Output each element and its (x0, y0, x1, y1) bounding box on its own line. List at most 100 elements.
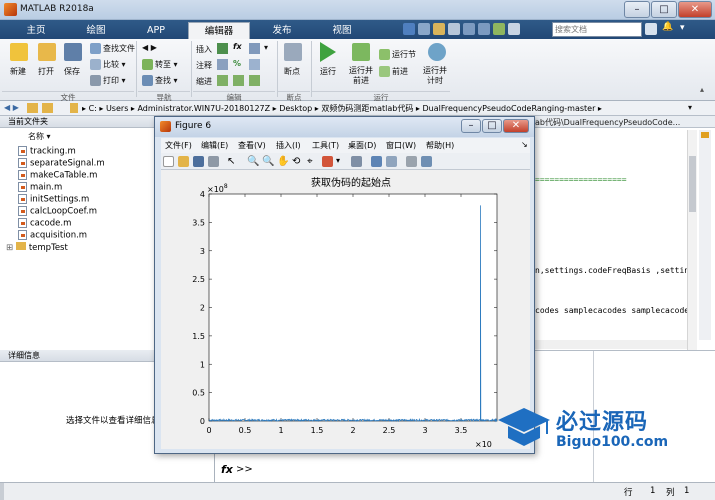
collapse-ribbon-icon[interactable]: ▴ (700, 85, 704, 94)
breadcrumb-segment[interactable]: DualFrequencyPseudoCodeRanging-master (422, 104, 595, 113)
find-files-button[interactable]: 查找文件 (90, 43, 135, 54)
figure-close-button[interactable]: ✕ (503, 119, 529, 133)
figure-maximize-button[interactable]: □ (482, 119, 502, 133)
insert-legend-icon[interactable] (386, 156, 397, 167)
menu-window[interactable]: 窗口(W) (386, 140, 416, 151)
link-plot-icon[interactable] (351, 156, 362, 167)
menu-insert[interactable]: 插入(I) (276, 140, 301, 151)
browse-folder-icon[interactable] (42, 103, 53, 113)
list-item[interactable]: tracking.m (18, 146, 76, 157)
back-forward-nav-icons[interactable]: ◀ ▶ (4, 103, 19, 112)
list-item[interactable]: separateSignal.m (18, 158, 105, 169)
print-figure-icon[interactable] (208, 156, 219, 167)
save-button[interactable]: 保存 (64, 66, 80, 77)
switch-windows-icon[interactable] (493, 23, 505, 35)
help-icon[interactable] (508, 23, 520, 35)
figure-minimize-button[interactable]: – (461, 119, 481, 133)
brush-dropdown-icon[interactable]: ▾ (336, 156, 347, 167)
advance-button[interactable]: 前进 (379, 66, 408, 77)
breadcrumb-segment[interactable]: C: (89, 104, 97, 113)
back-forward-buttons[interactable]: ◀ ▶ (142, 43, 157, 52)
breakpoints-button[interactable]: 断点 (284, 66, 300, 77)
comment-icon[interactable] (217, 59, 228, 70)
figure-title-bar[interactable]: Figure 6 – □ ✕ (155, 117, 534, 137)
list-item[interactable]: main.m (18, 182, 62, 193)
edit-plot-icon[interactable]: ↖ (227, 156, 238, 167)
close-button[interactable]: ✕ (678, 1, 712, 18)
brush-icon[interactable] (322, 156, 333, 167)
tab-home[interactable]: 主页 (8, 22, 64, 39)
run-button[interactable]: 运行 (320, 66, 336, 77)
list-item[interactable]: calcLoopCoef.m (18, 206, 97, 217)
menu-tools[interactable]: 工具(T) (312, 140, 339, 151)
search-docs-input[interactable]: 搜索文档 (552, 22, 642, 37)
run-icon[interactable] (320, 42, 336, 62)
fx-icon[interactable]: fx (221, 463, 233, 476)
menu-view[interactable]: 查看(V) (238, 140, 266, 151)
zoom-in-icon[interactable]: 🔍 (247, 156, 259, 167)
insert-code-icon[interactable] (249, 43, 260, 54)
chart-svg[interactable]: 获取伪码的起始点 0 0.5 1 1.5 2 2.5 3 3.5 4 0 0.5 1 1.5 2 2.5 3 3… (161, 170, 530, 449)
menu-help[interactable]: 帮助(H) (426, 140, 454, 151)
run-and-time-icon[interactable] (428, 43, 446, 61)
dock-arrow-icon[interactable]: ↘ (521, 140, 528, 149)
minimize-button[interactable]: – (624, 1, 650, 18)
folder-item[interactable]: ⊞ tempTest (6, 242, 68, 253)
cut-icon[interactable] (418, 23, 430, 35)
tab-apps[interactable]: APP (128, 22, 184, 39)
open-button[interactable]: 打开 (38, 66, 54, 77)
scrollbar-thumb[interactable] (689, 156, 696, 212)
tab-view[interactable]: 视图 (314, 22, 370, 39)
code-analyzer-indicator[interactable] (701, 132, 709, 138)
list-item[interactable]: acquisition.m (18, 230, 87, 241)
show-plot-tools-icon[interactable] (421, 156, 432, 167)
breadcrumb-segment[interactable]: Administrator.WIN7U-20180127Z (137, 104, 270, 113)
breadcrumb-segment[interactable]: 双频伪码测距matlab代码 (321, 104, 413, 113)
open-folder-icon[interactable] (38, 43, 56, 61)
list-item[interactable]: cacode.m (18, 218, 71, 229)
undo-icon[interactable] (463, 23, 475, 35)
run-and-time-button[interactable]: 运行并计时 (422, 66, 448, 86)
find-button[interactable]: 查找 ▾ (142, 75, 178, 86)
tab-publish[interactable]: 发布 (254, 22, 310, 39)
expand-icon[interactable]: ⊞ (6, 243, 16, 253)
wrap-comments-icon[interactable] (249, 59, 260, 70)
decrease-indent-icon[interactable] (249, 75, 260, 86)
breadcrumb[interactable]: ▸ C: ▸ Users ▸ Administrator.WIN7U-20180… (82, 103, 602, 114)
maximize-button[interactable]: □ (651, 1, 677, 18)
figure-window[interactable]: Figure 6 – □ ✕ 文件(F) 编辑(E) 查看(V) 插入(I) 工… (154, 116, 535, 454)
insert-dropdown-icon[interactable]: ▾ (264, 43, 268, 52)
smart-indent-icon[interactable] (217, 75, 228, 86)
fx-insert-function-icon[interactable]: fx (233, 42, 242, 51)
paste-icon[interactable] (448, 23, 460, 35)
new-file-icon[interactable] (10, 43, 28, 61)
menu-file[interactable]: 文件(F) (165, 140, 192, 151)
hide-plot-tools-icon[interactable] (406, 156, 417, 167)
pan-icon[interactable]: ✋ (277, 156, 289, 167)
print-button[interactable]: 打印 ▾ (90, 75, 126, 86)
save-file-icon[interactable] (64, 43, 82, 61)
percent-comment-icon[interactable]: % (233, 59, 241, 68)
goto-button[interactable]: 转至 ▾ (142, 59, 178, 70)
breakpoints-icon[interactable] (284, 43, 302, 61)
menu-desktop[interactable]: 桌面(D) (348, 140, 376, 151)
search-icon[interactable] (645, 23, 657, 35)
open-file-icon[interactable] (178, 156, 189, 167)
save-icon[interactable] (403, 23, 415, 35)
run-section-button[interactable]: 运行节 (379, 49, 416, 60)
zoom-out-icon[interactable]: 🔍 (262, 156, 274, 167)
notification-bell-icon[interactable]: 🔔 (662, 22, 673, 32)
new-button[interactable]: 新建 (10, 66, 26, 77)
data-cursor-icon[interactable]: ⌖ (307, 156, 318, 167)
copy-icon[interactable] (433, 23, 445, 35)
compare-button[interactable]: 比较 ▾ (90, 59, 126, 70)
breadcrumb-segment[interactable]: Desktop (279, 104, 312, 113)
tab-plots[interactable]: 绘图 (68, 22, 124, 39)
increase-indent-icon[interactable] (233, 75, 244, 86)
rotate-3d-icon[interactable]: ⟲ (292, 156, 303, 167)
run-and-advance-button[interactable]: 运行并前进 (348, 66, 374, 86)
editor-horizontal-scrollbar[interactable] (535, 340, 687, 349)
save-figure-icon[interactable] (193, 156, 204, 167)
menu-edit[interactable]: 编辑(E) (201, 140, 228, 151)
indent-button[interactable]: 缩进 (196, 76, 212, 87)
